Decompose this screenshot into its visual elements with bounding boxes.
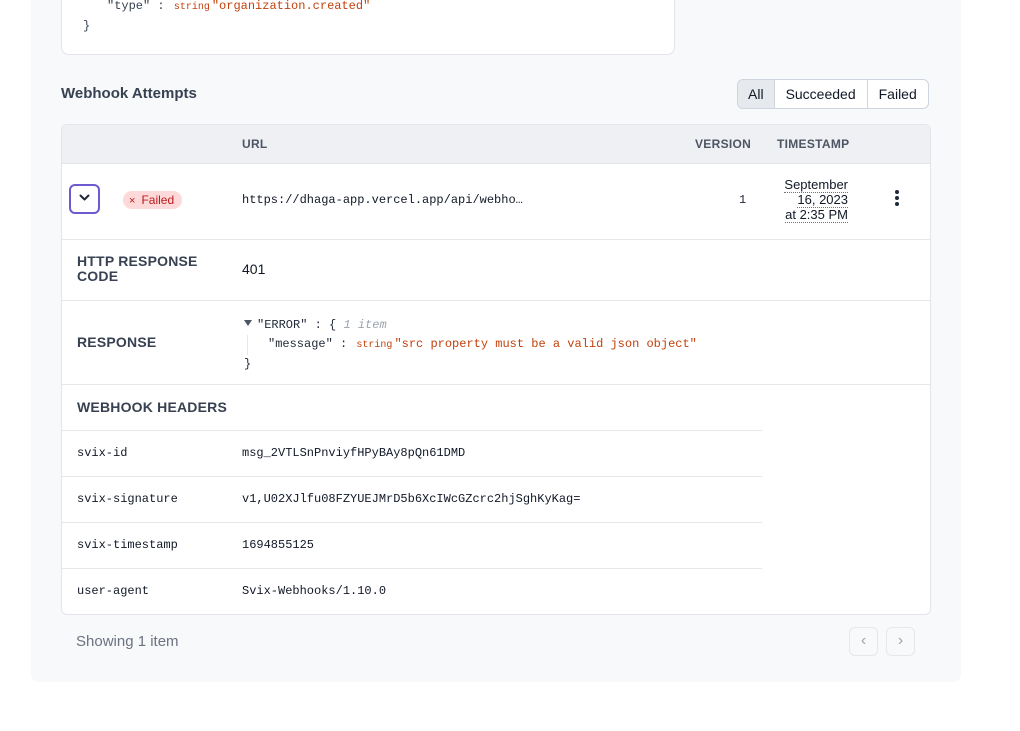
attempt-url: https://dhaga-app.vercel.app/api/webho… (242, 193, 523, 207)
more-options-icon[interactable] (890, 188, 904, 210)
json-colon: : (340, 337, 348, 351)
filter-all-button[interactable]: All (738, 80, 774, 108)
header-key: svix-id (77, 446, 128, 460)
http-code-value: 401 (242, 261, 266, 277)
header-value: Svix-Webhooks/1.10.0 (242, 584, 387, 598)
json-object-line[interactable]: "ERROR" : { 1 item (244, 316, 697, 335)
label-line: HTTP RESPONSE (77, 253, 198, 269)
header-key: user-agent (77, 584, 150, 598)
attempt-version: 1 (739, 193, 747, 207)
next-page-button[interactable]: › (886, 627, 915, 656)
close-icon: × (129, 195, 136, 207)
column-url[interactable]: URL (242, 137, 268, 151)
attempts-table: URL VERSION TIMESTAMP × Failed https://dh… (61, 124, 931, 615)
filter-failed-button[interactable]: Failed (866, 80, 928, 108)
label-line: CODE (77, 268, 119, 284)
http-code-row: HTTP RESPONSE CODE 401 (62, 239, 930, 301)
table-row[interactable]: × Failed https://dhaga-app.vercel.app/api… (62, 163, 930, 240)
timestamp-line: at 2:35 PM (785, 207, 848, 223)
http-code-label: HTTP RESPONSE CODE (77, 254, 198, 284)
column-timestamp[interactable]: TIMESTAMP (777, 137, 849, 151)
json-value: "src property must be a valid json objec… (394, 337, 697, 351)
previous-page-button[interactable]: ‹ (849, 627, 878, 656)
json-type-label: string (173, 2, 210, 13)
header-value: 1694855125 (242, 538, 315, 552)
pagination-summary: Showing 1 item (76, 633, 179, 650)
timestamp-line: September (784, 177, 848, 193)
response-row: RESPONSE "ERROR" : { 1 item "message" : … (62, 300, 930, 385)
chevron-left-icon: ‹ (860, 632, 867, 649)
json-colon: : (314, 318, 322, 332)
payload-type-line: "type" : string "organization.created" (107, 0, 370, 13)
header-row: svix-timestamp 1694855125 (62, 522, 762, 569)
json-type-label: string (356, 340, 393, 351)
payload-code-block: "type" : string "organization.created" } (61, 0, 675, 55)
filter-succeeded-button[interactable]: Succeeded (773, 80, 867, 108)
json-value: "organization.created" (211, 0, 371, 13)
headers-label: WEBHOOK HEADERS (77, 399, 228, 415)
json-key: "type" (107, 0, 151, 13)
column-version[interactable]: VERSION (695, 137, 751, 151)
header-key: svix-signature (77, 492, 178, 506)
header-row: svix-signature v1,U02XJlfu08FZYUEJMrD5b6… (62, 476, 762, 523)
response-label: RESPONSE (77, 334, 157, 350)
header-value: v1,U02XJlfu08FZYUEJMrD5b6XcIWcGZcrc2hjSg… (242, 492, 581, 506)
headers-title-row: WEBHOOK HEADERS (62, 384, 762, 431)
header-row: svix-id msg_2VTLSnPnviyfHPyBAy8pQn61DMD (62, 430, 762, 477)
json-item-count: 1 item (343, 318, 387, 332)
attempt-timestamp[interactable]: September 16, 2023 at 2:35 PM (772, 177, 848, 223)
json-close-brace: } (83, 19, 91, 33)
response-json: "ERROR" : { 1 item "message" : string "sr… (244, 316, 697, 374)
status-label: Failed (141, 193, 175, 207)
caret-down-icon[interactable] (244, 320, 252, 326)
status-filter: All Succeeded Failed (737, 79, 929, 109)
json-nested: "message" : string "src property must be … (247, 335, 697, 355)
json-colon: : (157, 0, 165, 13)
header-value: msg_2VTLSnPnviyfHPyBAy8pQn61DMD (242, 446, 466, 460)
json-close-brace: } (244, 357, 252, 371)
chevron-right-icon: › (897, 632, 904, 649)
table-header: URL VERSION TIMESTAMP (62, 125, 930, 164)
status-badge: × Failed (123, 191, 183, 209)
json-open-brace: { (329, 318, 337, 332)
collapse-row-button[interactable] (69, 184, 100, 214)
chevron-down-icon (79, 194, 90, 201)
json-key: "ERROR" (257, 318, 308, 332)
header-row: user-agent Svix-Webhooks/1.10.0 (62, 568, 762, 614)
header-key: svix-timestamp (77, 538, 178, 552)
section-title: Webhook Attempts (61, 85, 197, 102)
json-key: "message" (268, 337, 333, 351)
timestamp-line: 16, 2023 (797, 192, 848, 208)
